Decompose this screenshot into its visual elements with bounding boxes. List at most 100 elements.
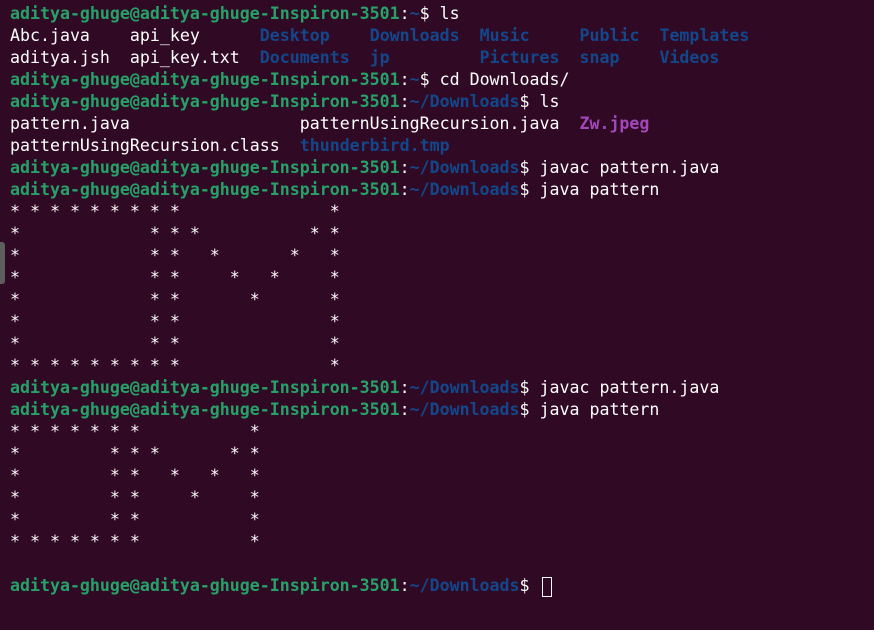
prompt-user-host: aditya-ghuge@aditya-ghuge-Inspiron-3501 <box>10 180 400 199</box>
prompt-user-host: aditya-ghuge@aditya-ghuge-Inspiron-3501 <box>10 378 400 397</box>
listing-entry: api_key <box>129 26 200 45</box>
prompt-path: ~ <box>409 4 420 23</box>
listing-gap <box>90 26 130 45</box>
prompt-symbol: $ <box>519 378 540 397</box>
listing-gap <box>110 48 130 67</box>
listing-row: Abc.java api_key Desktop Downloads Music… <box>10 25 870 47</box>
prompt-symbol: $ <box>419 70 440 89</box>
pattern-text: * * * * <box>10 510 260 529</box>
pattern-row: * * * * * * * * <box>10 421 870 443</box>
command-text: ls <box>539 92 560 111</box>
pattern-text: * * * * * <box>10 290 340 309</box>
pattern-text: * * * * <box>10 312 340 331</box>
command-text: ls <box>439 4 460 23</box>
pattern-text: * * * * * <box>10 488 260 507</box>
pattern-row: * * * * * * <box>10 443 870 465</box>
pattern-text: * * * * * * * * * * <box>10 202 340 221</box>
prompt-line: aditya-ghuge@aditya-ghuge-Inspiron-3501:… <box>10 399 870 421</box>
pattern-row: * * * * * <box>10 487 870 509</box>
pattern-text: * * * * * * * * <box>10 422 260 441</box>
prompt-colon: : <box>399 180 410 199</box>
listing-gap <box>350 48 370 67</box>
listing-entry: patternUsingRecursion.class <box>10 136 280 155</box>
pattern-row: * * * * * * <box>10 223 870 245</box>
listing-entry: pattern.java <box>10 114 130 133</box>
pattern-text: * * * * * * * * <box>10 532 260 551</box>
listing-entry: Desktop <box>259 26 330 45</box>
pattern-row: * * * * <box>10 509 870 531</box>
pattern-row: * * * * <box>10 311 870 333</box>
prompt-user-host: aditya-ghuge@aditya-ghuge-Inspiron-3501 <box>10 576 400 595</box>
listing-entry: patternUsingRecursion.java <box>299 114 560 133</box>
listing-entry: Abc.java <box>10 26 90 45</box>
prompt-path: ~/Downloads <box>409 378 520 397</box>
listing-gap <box>559 114 579 133</box>
terminal-output[interactable]: aditya-ghuge@aditya-ghuge-Inspiron-3501:… <box>10 3 870 627</box>
pattern-text: * * * * <box>10 334 340 353</box>
listing-gap <box>460 26 480 45</box>
listing-entry: Downloads <box>369 26 460 45</box>
pattern-text: * * * * * * <box>10 268 340 287</box>
pattern-text: * * * * * * <box>10 246 340 265</box>
listing-row: aditya.jsh api_key.txt Documents jp Pict… <box>10 47 870 69</box>
prompt-line: aditya-ghuge@aditya-ghuge-Inspiron-3501:… <box>10 575 870 597</box>
prompt-line: aditya-ghuge@aditya-ghuge-Inspiron-3501:… <box>10 157 870 179</box>
prompt-colon: : <box>399 158 410 177</box>
listing-entry: Pictures <box>479 48 560 67</box>
prompt-user-host: aditya-ghuge@aditya-ghuge-Inspiron-3501 <box>10 70 400 89</box>
pattern-text: * * * * * * * * * * <box>10 356 340 375</box>
prompt-symbol: $ <box>519 180 540 199</box>
command-text: javac pattern.java <box>539 378 720 397</box>
prompt-symbol: $ <box>419 4 440 23</box>
pattern-row: * * * * <box>10 333 870 355</box>
command-text: javac pattern.java <box>539 158 720 177</box>
prompt-line: aditya-ghuge@aditya-ghuge-Inspiron-3501:… <box>10 3 870 25</box>
text-cursor <box>541 576 552 597</box>
prompt-user-host: aditya-ghuge@aditya-ghuge-Inspiron-3501 <box>10 4 400 23</box>
listing-gap <box>530 26 580 45</box>
listing-entry: Documents <box>259 48 350 67</box>
listing-gap <box>240 48 260 67</box>
prompt-line: aditya-ghuge@aditya-ghuge-Inspiron-3501:… <box>10 377 870 399</box>
prompt-symbol: $ <box>519 92 540 111</box>
listing-entry: Zw.jpeg <box>579 114 650 133</box>
listing-entry: snap <box>579 48 620 67</box>
command-text: cd Downloads/ <box>439 70 570 89</box>
listing-row: patternUsingRecursion.class thunderbird.… <box>10 135 870 157</box>
listing-gap <box>330 26 370 45</box>
listing-gap <box>130 114 300 133</box>
prompt-line: aditya-ghuge@aditya-ghuge-Inspiron-3501:… <box>10 69 870 91</box>
listing-entry: Music <box>479 26 530 45</box>
listing-entry: Videos <box>659 48 720 67</box>
prompt-symbol: $ <box>519 400 540 419</box>
window-edge-handle <box>0 242 5 284</box>
listing-gap <box>619 48 659 67</box>
pattern-text: * * * * * * <box>10 224 340 243</box>
pattern-row: * * * * * * <box>10 465 870 487</box>
pattern-row: * * * * * * <box>10 267 870 289</box>
pattern-row: * * * * * * * * * * <box>10 201 870 223</box>
pattern-row: * * * * * * <box>10 245 870 267</box>
prompt-user-host: aditya-ghuge@aditya-ghuge-Inspiron-3501 <box>10 92 400 111</box>
prompt-line: aditya-ghuge@aditya-ghuge-Inspiron-3501:… <box>10 91 870 113</box>
prompt-path: ~/Downloads <box>409 158 520 177</box>
prompt-colon: : <box>399 378 410 397</box>
prompt-line: aditya-ghuge@aditya-ghuge-Inspiron-3501:… <box>10 179 870 201</box>
listing-gap <box>560 48 580 67</box>
listing-gap <box>639 26 659 45</box>
prompt-colon: : <box>399 576 410 595</box>
listing-row: pattern.java patternUsingRecursion.java … <box>10 113 870 135</box>
pattern-text: * * * * * * <box>10 444 260 463</box>
pattern-row: * * * * * * * * <box>10 531 870 553</box>
prompt-user-host: aditya-ghuge@aditya-ghuge-Inspiron-3501 <box>10 400 400 419</box>
prompt-path: ~/Downloads <box>409 576 520 595</box>
prompt-symbol: $ <box>519 158 540 177</box>
command-text: java pattern <box>539 400 660 419</box>
listing-entry: Templates <box>659 26 750 45</box>
prompt-user-host: aditya-ghuge@aditya-ghuge-Inspiron-3501 <box>10 158 400 177</box>
pattern-row: * * * * * * * * * * <box>10 355 870 377</box>
listing-entry: thunderbird.tmp <box>299 136 450 155</box>
listing-entry: jp <box>369 48 390 67</box>
prompt-colon: : <box>399 92 410 111</box>
